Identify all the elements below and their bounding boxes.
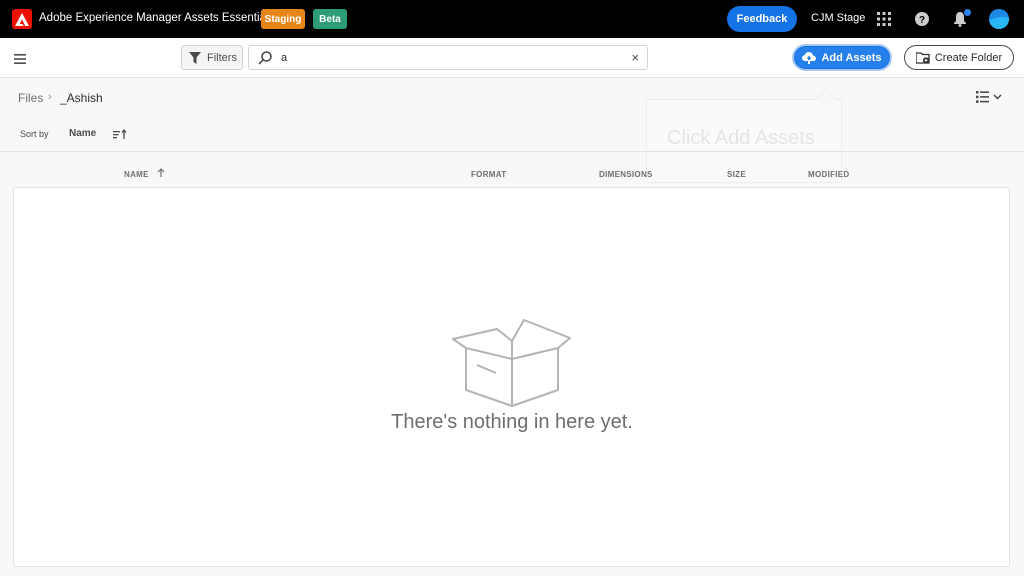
menu-hamburger-icon[interactable] [14,51,30,65]
notification-dot [963,8,972,17]
top-bar: Adobe Experience Manager Assets Essentia… [0,0,1024,38]
app-switcher-icon[interactable] [875,10,893,28]
breadcrumb-separator: › [48,91,52,103]
svg-text:?: ? [919,15,925,26]
sort-by-label: Sort by [20,129,49,139]
empty-box-icon [452,319,571,407]
create-folder-button[interactable]: Create Folder [904,45,1014,70]
filters-label: Filters [207,51,237,64]
search-field[interactable]: × [248,45,648,70]
column-header-dimensions[interactable]: DIMENSIONS [599,170,653,179]
empty-state-message: There's nothing in here yet. [391,411,633,433]
add-assets-label: Add Assets [821,51,882,64]
sort-field-dropdown[interactable]: Name [69,128,96,139]
feedback-button[interactable]: Feedback [727,6,797,32]
sort-ascending-arrow-icon[interactable] [157,168,165,178]
coachmark-tail [816,89,836,109]
clear-search-icon[interactable]: × [631,51,639,65]
view-mode-toggle[interactable] [976,90,1004,106]
staging-badge: Staging [261,9,305,29]
header-divider [0,151,1024,152]
adobe-logo-icon[interactable] [12,9,32,29]
sort-direction-icon[interactable] [113,127,129,139]
create-folder-label: Create Folder [934,51,1003,64]
filter-icon [189,51,201,64]
column-header-name[interactable]: NAME [124,170,149,179]
column-header-format[interactable]: FORMAT [471,170,506,179]
beta-badge: Beta [313,9,347,29]
search-input[interactable] [281,49,621,67]
toolbar: Filters × Add Assets Create Folder [0,38,1024,78]
folder-add-icon [915,51,930,64]
breadcrumb-files[interactable]: Files [18,91,43,105]
cloud-upload-icon [802,51,817,64]
help-icon[interactable]: ? [913,10,931,28]
column-header-size[interactable]: SIZE [727,170,746,179]
app-title[interactable]: Adobe Experience Manager Assets Essentia… [39,12,274,24]
column-header-modified[interactable]: MODIFIED [808,170,850,179]
breadcrumb-current-folder: _Ashish [60,91,103,105]
user-avatar[interactable] [989,9,1009,29]
org-switcher[interactable]: CJM Stage [811,12,865,24]
search-icon [258,51,272,65]
filters-button[interactable]: Filters [181,45,243,70]
add-assets-button[interactable]: Add Assets [794,46,890,69]
list-view-icon [976,91,1002,103]
coachmark-text: Click Add Assets [667,127,815,149]
